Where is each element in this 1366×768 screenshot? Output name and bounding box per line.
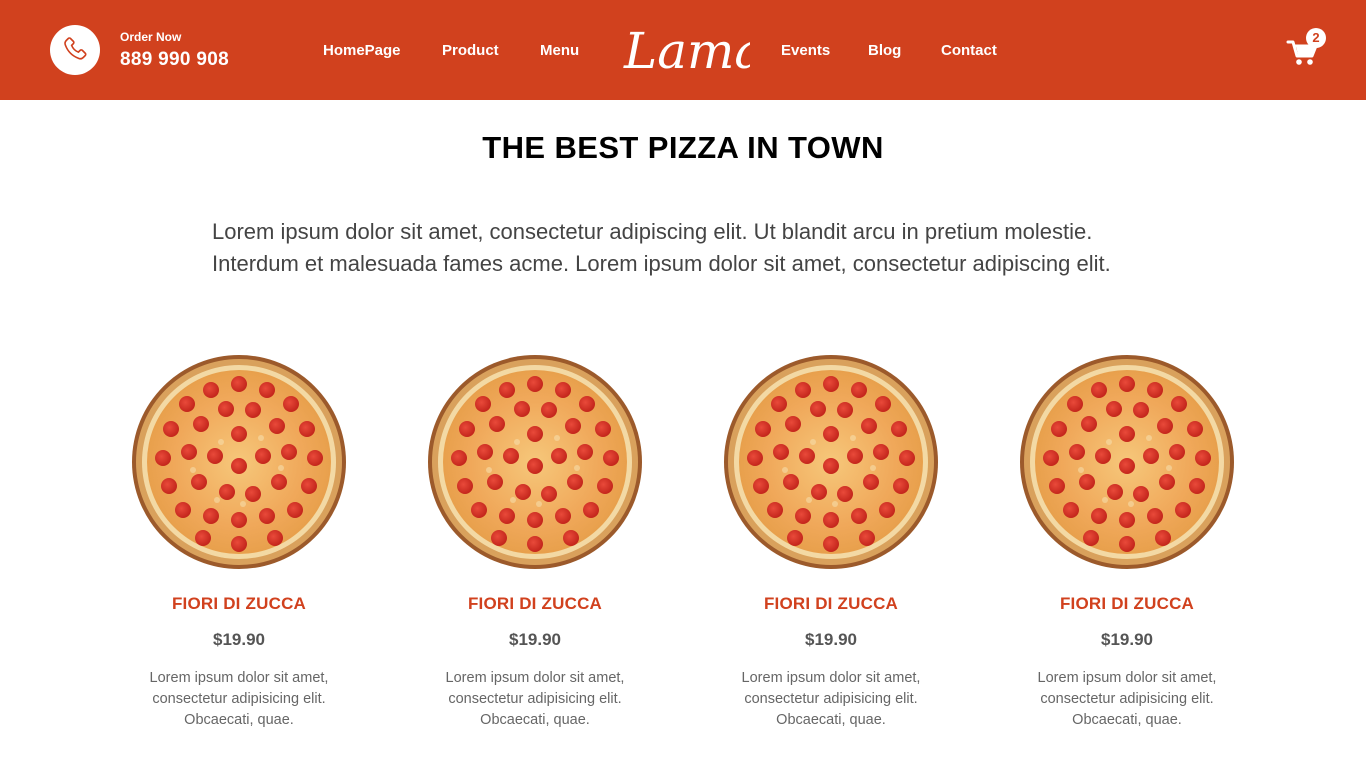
product-price: $19.90 xyxy=(509,630,561,649)
product-description: Lorem ipsum dolor sit amet, consectetur … xyxy=(445,670,625,728)
product-name[interactable]: FIORI DI ZUCCA xyxy=(711,594,951,614)
cart-count-badge: 2 xyxy=(1306,28,1326,48)
call-button[interactable] xyxy=(50,25,100,75)
nav-item-contact[interactable]: Contact xyxy=(941,42,997,60)
pepperoni-pizza-image[interactable] xyxy=(427,354,643,570)
brand-logo-text: Lama xyxy=(623,22,750,80)
product-card[interactable]: FIORI DI ZUCCA $19.90 Lorem ipsum dolor … xyxy=(415,354,655,731)
nav-item-menu[interactable]: Menu xyxy=(540,42,579,60)
pepperoni-pizza-image[interactable] xyxy=(131,354,347,570)
product-description: Lorem ipsum dolor sit amet, consectetur … xyxy=(1037,670,1217,728)
nav-item-events[interactable]: Events xyxy=(781,42,830,60)
nav-item-product[interactable]: Product xyxy=(442,42,499,60)
order-now-label: Order Now xyxy=(120,30,182,44)
product-description: Lorem ipsum dolor sit amet, consectetur … xyxy=(149,670,329,728)
cart-button[interactable]: 2 xyxy=(1286,28,1330,68)
product-name[interactable]: FIORI DI ZUCCA xyxy=(415,594,655,614)
pepperoni-pizza-image[interactable] xyxy=(723,354,939,570)
product-card[interactable]: FIORI DI ZUCCA $19.90 Lorem ipsum dolor … xyxy=(711,354,951,731)
page-title: THE BEST PIZZA IN TOWN xyxy=(482,130,884,165)
nav-item-blog[interactable]: Blog xyxy=(868,42,901,60)
phone-number[interactable]: 889 990 908 xyxy=(120,48,229,72)
product-price: $19.90 xyxy=(805,630,857,649)
product-name[interactable]: FIORI DI ZUCCA xyxy=(119,594,359,614)
brand-logo[interactable]: Lama xyxy=(620,14,750,84)
intro-text: Lorem ipsum dolor sit amet, consectetur … xyxy=(212,219,1111,276)
pepperoni-pizza-image[interactable] xyxy=(1019,354,1235,570)
product-price: $19.90 xyxy=(213,630,265,649)
product-description: Lorem ipsum dolor sit amet, consectetur … xyxy=(741,670,921,728)
phone-icon xyxy=(64,37,87,60)
nav-item-homepage[interactable]: HomePage xyxy=(323,42,401,60)
product-price: $19.90 xyxy=(1101,630,1153,649)
product-card[interactable]: FIORI DI ZUCCA $19.90 Lorem ipsum dolor … xyxy=(1007,354,1247,731)
product-card[interactable]: FIORI DI ZUCCA $19.90 Lorem ipsum dolor … xyxy=(119,354,359,731)
navbar: Order Now 889 990 908 HomePage Product M… xyxy=(0,0,1366,100)
product-name[interactable]: FIORI DI ZUCCA xyxy=(1007,594,1247,614)
